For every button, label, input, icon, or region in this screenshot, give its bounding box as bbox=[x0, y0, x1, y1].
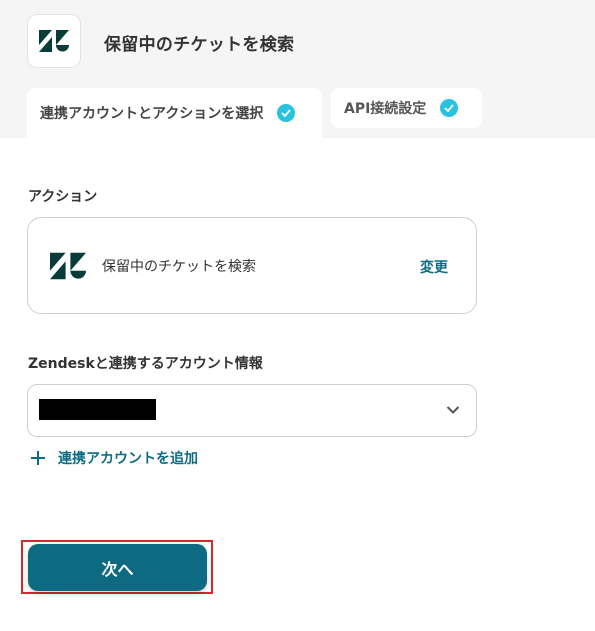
add-account-link[interactable]: 連携アカウントを追加 bbox=[30, 448, 198, 468]
action-section-label: アクション bbox=[28, 189, 98, 205]
account-section-label: Zendeskと連携するアカウント情報 bbox=[28, 356, 263, 372]
next-button[interactable]: 次へ bbox=[28, 544, 207, 591]
zendesk-logo-icon bbox=[39, 30, 69, 52]
tab-api-settings[interactable]: API接続設定 bbox=[331, 88, 482, 128]
redacted-account-value bbox=[39, 399, 156, 420]
tab-label: 連携アカウントとアクションを選択 bbox=[40, 106, 264, 122]
check-icon bbox=[440, 99, 459, 117]
app-logo bbox=[27, 14, 81, 68]
tab-label: API接続設定 bbox=[344, 101, 427, 117]
chevron-down-icon bbox=[446, 406, 460, 414]
plus-icon bbox=[31, 451, 45, 465]
page-title: 保留中のチケットを検索 bbox=[104, 35, 295, 55]
action-name: 保留中のチケットを検索 bbox=[102, 259, 256, 275]
change-action-link[interactable]: 変更 bbox=[420, 257, 448, 277]
tab-account-action[interactable]: 連携アカウントとアクションを選択 bbox=[27, 88, 322, 138]
zendesk-logo-icon bbox=[50, 252, 86, 280]
action-card: 保留中のチケットを検索 変更 bbox=[27, 217, 477, 314]
add-account-label: 連携アカウントを追加 bbox=[58, 451, 198, 467]
check-icon bbox=[277, 104, 296, 122]
account-select[interactable] bbox=[27, 384, 477, 437]
